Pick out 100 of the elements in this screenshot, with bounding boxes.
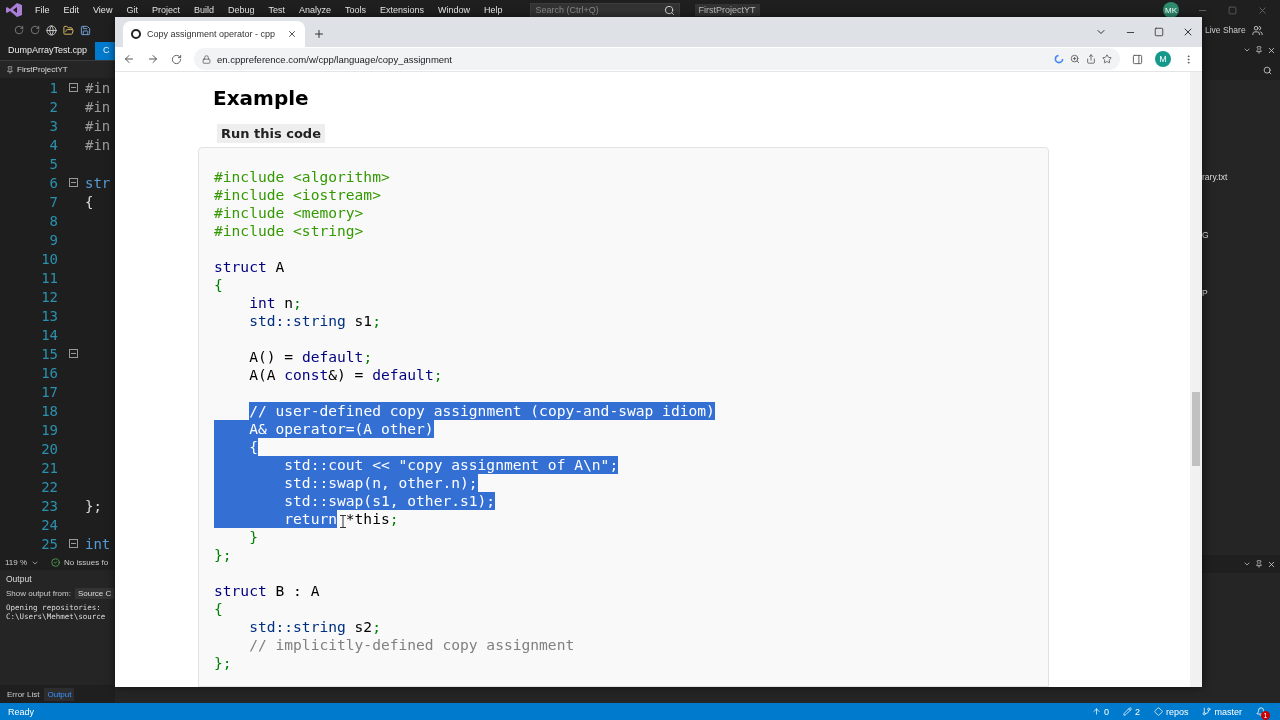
menu-item[interactable]: Window bbox=[431, 5, 478, 15]
menu-item[interactable]: Test bbox=[261, 5, 292, 15]
output-source-dropdown[interactable]: Source C bbox=[74, 588, 115, 599]
menu-item[interactable]: Build bbox=[186, 5, 221, 15]
search-field[interactable]: Search (Ctrl+Q) bbox=[529, 2, 680, 18]
line-number: 22 bbox=[40, 478, 59, 495]
share-icon[interactable] bbox=[1086, 54, 1096, 64]
menu-item[interactable]: Git bbox=[119, 5, 145, 15]
menu-item[interactable]: View bbox=[86, 5, 120, 15]
reload-icon[interactable] bbox=[171, 53, 182, 65]
browser-tab[interactable]: Copy assignment operator - cpp bbox=[123, 21, 305, 47]
branch-selector[interactable]: master bbox=[1214, 706, 1242, 717]
line-number: 8 bbox=[48, 212, 59, 229]
close-icon[interactable] bbox=[1267, 559, 1276, 569]
line-number: 2 bbox=[48, 98, 59, 115]
line-number: 12 bbox=[40, 288, 59, 305]
code-line: #include <algorithm> bbox=[214, 168, 390, 186]
bookmark-star-icon[interactable] bbox=[1102, 54, 1112, 64]
search-icon[interactable] bbox=[1263, 65, 1272, 75]
code-line: #include <memory> bbox=[214, 204, 364, 222]
check-icon bbox=[51, 558, 61, 567]
dropdown-icon[interactable] bbox=[1243, 560, 1251, 568]
repository-icon[interactable] bbox=[1153, 707, 1163, 716]
code-line: struct B : A bbox=[214, 582, 320, 600]
line-number: 9 bbox=[48, 231, 59, 248]
pin-icon[interactable] bbox=[1255, 46, 1263, 54]
line-number: 24 bbox=[40, 516, 59, 533]
ready-status: Ready bbox=[8, 706, 34, 717]
up-arrow-icon[interactable] bbox=[1091, 707, 1101, 716]
line-number: 17 bbox=[40, 383, 59, 400]
fold-icon[interactable] bbox=[69, 178, 78, 187]
new-item-icon[interactable] bbox=[46, 24, 57, 36]
code-line: A(A const&) = default; bbox=[248, 366, 443, 384]
line-number: 3 bbox=[48, 117, 59, 134]
menu-item[interactable]: Tools bbox=[338, 5, 374, 15]
live-share-button[interactable]: Live Share bbox=[1205, 25, 1246, 35]
repository-selector[interactable]: repos bbox=[1165, 706, 1189, 717]
fold-icon[interactable] bbox=[69, 83, 78, 92]
issues-status: No issues fo bbox=[64, 558, 109, 567]
code-line: A() = default; bbox=[248, 348, 373, 366]
run-code-button[interactable]: Run this code bbox=[217, 124, 325, 143]
close-icon[interactable] bbox=[1182, 26, 1194, 38]
solution-item[interactable]: P bbox=[1202, 288, 1280, 298]
code-text: int bbox=[85, 535, 111, 552]
line-number: 13 bbox=[40, 307, 59, 324]
user-avatar[interactable]: MK bbox=[1163, 2, 1179, 18]
zoom-icon[interactable] bbox=[1070, 54, 1080, 64]
menu-item[interactable]: Analyze bbox=[292, 5, 338, 15]
zoom-level[interactable]: 119 % bbox=[5, 558, 28, 567]
panel-tab[interactable]: Output bbox=[44, 687, 75, 701]
close-tab-icon[interactable] bbox=[287, 29, 297, 39]
file-tab[interactable]: C bbox=[95, 42, 115, 60]
line-number: 14 bbox=[40, 326, 59, 343]
line-number: 15 bbox=[40, 345, 59, 362]
close-icon[interactable] bbox=[1267, 45, 1276, 55]
code-line: }; bbox=[214, 546, 232, 564]
code-line: #include <iostream> bbox=[214, 186, 381, 204]
scrollbar[interactable] bbox=[1190, 72, 1202, 687]
code-text: #in bbox=[85, 117, 111, 134]
pin-icon[interactable] bbox=[1255, 560, 1263, 568]
push-count[interactable]: 0 bbox=[1103, 706, 1109, 717]
code-line: #include <string> bbox=[214, 222, 364, 240]
line-number: 11 bbox=[40, 269, 59, 286]
text-cursor-icon bbox=[340, 515, 346, 528]
line-number: 23 bbox=[40, 497, 59, 514]
side-panel-icon[interactable] bbox=[1132, 53, 1143, 65]
new-tab-icon[interactable] bbox=[313, 28, 325, 40]
menu-item[interactable]: Help bbox=[477, 5, 510, 15]
maximize-icon[interactable] bbox=[1154, 27, 1164, 37]
fold-icon[interactable] bbox=[69, 349, 78, 358]
menu-item[interactable]: Debug bbox=[220, 5, 262, 15]
save-icon[interactable] bbox=[80, 24, 91, 36]
branch-icon[interactable] bbox=[1202, 707, 1212, 716]
lock-icon[interactable] bbox=[202, 54, 211, 64]
line-number: 6 bbox=[48, 174, 59, 191]
code-line: std::string s1; bbox=[248, 312, 381, 330]
menu-item[interactable]: Project bbox=[144, 5, 187, 15]
solution-item[interactable]: G bbox=[1202, 230, 1280, 240]
panel-tab[interactable]: Error List bbox=[4, 687, 43, 701]
code-text: #in bbox=[85, 136, 111, 153]
notifications-icon[interactable] bbox=[1256, 706, 1266, 717]
address-bar[interactable]: en.cppreference.com/w/cpp/language/copy_assignment bbox=[194, 48, 1120, 70]
menu-item[interactable]: Edit bbox=[56, 5, 87, 15]
profile-avatar[interactable]: M bbox=[1155, 51, 1171, 67]
changes-count[interactable]: 2 bbox=[1134, 706, 1140, 717]
dropdown-icon[interactable] bbox=[1243, 46, 1251, 54]
code-line: { bbox=[214, 276, 223, 294]
code-text: #in bbox=[85, 79, 111, 96]
fold-icon[interactable] bbox=[69, 539, 78, 548]
google-icon[interactable] bbox=[1054, 54, 1064, 64]
code-line: { bbox=[214, 600, 223, 618]
line-number: 10 bbox=[40, 250, 59, 267]
folder-icon[interactable] bbox=[63, 24, 74, 36]
menu-item[interactable]: File bbox=[28, 5, 57, 15]
solution-item[interactable]: rary.txt bbox=[1202, 172, 1280, 182]
code-line: // implicitly-defined copy assignment bbox=[248, 636, 575, 654]
search-icon[interactable] bbox=[663, 4, 675, 16]
menu-item[interactable]: Extensions bbox=[373, 5, 432, 15]
app-logo-icon bbox=[6, 3, 22, 17]
line-number: 18 bbox=[40, 402, 59, 419]
